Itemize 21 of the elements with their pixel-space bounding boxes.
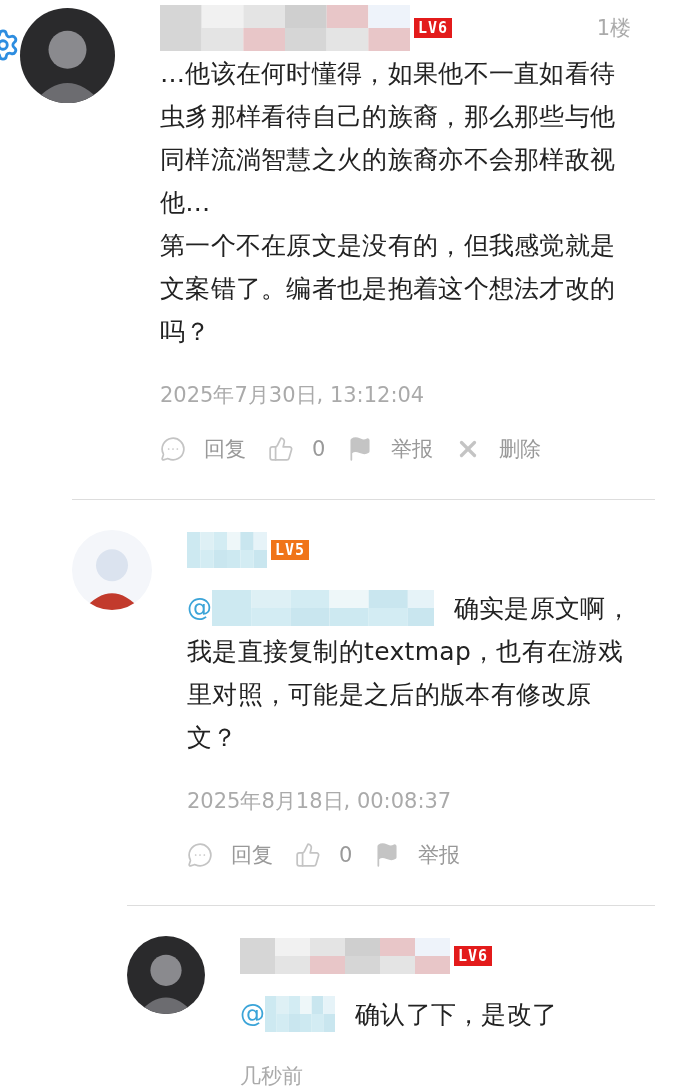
mention-link[interactable]: @	[187, 586, 212, 630]
timestamp: 2025年8月18日, 00:08:37	[187, 788, 453, 815]
comment-text: 第一个不在原文是没有的，但我感觉就是文案错了。编者也是抱着这个想法才改的吗？	[160, 230, 617, 348]
delete-button[interactable]: 删除	[455, 435, 542, 463]
report-button[interactable]: 举报	[347, 435, 434, 463]
reply-button[interactable]: 回复	[160, 435, 246, 463]
level-badge: LV6	[454, 946, 493, 966]
comment-text: 确实是原文啊，	[453, 592, 631, 625]
level-badge: LV5	[271, 540, 310, 560]
timestamp: 2025年7月30日, 13:12:04	[160, 382, 426, 409]
timestamp: 几秒前	[240, 1063, 304, 1090]
comment-text: 我是直接复制的textmap，也有在游戏里对照，可能是之后的版本有修改原文？	[187, 636, 624, 754]
comment-text: 确认了下，是改了	[355, 998, 558, 1031]
mention-link[interactable]: @	[240, 992, 265, 1036]
report-button[interactable]: 举报	[374, 841, 461, 869]
reply-button[interactable]: 回复	[187, 841, 273, 869]
floor-number: 1楼	[596, 15, 631, 42]
like-button[interactable]: 0	[295, 842, 353, 868]
comment-text: …他该在何时懂得，如果他不一直如看待虫豸那样看待自己的族裔，那么那些与他同样流淌智慧之火的族裔亦不会那样敌视他…	[160, 58, 617, 219]
like-button[interactable]: 0	[268, 436, 326, 462]
level-badge: LV6	[414, 18, 453, 38]
